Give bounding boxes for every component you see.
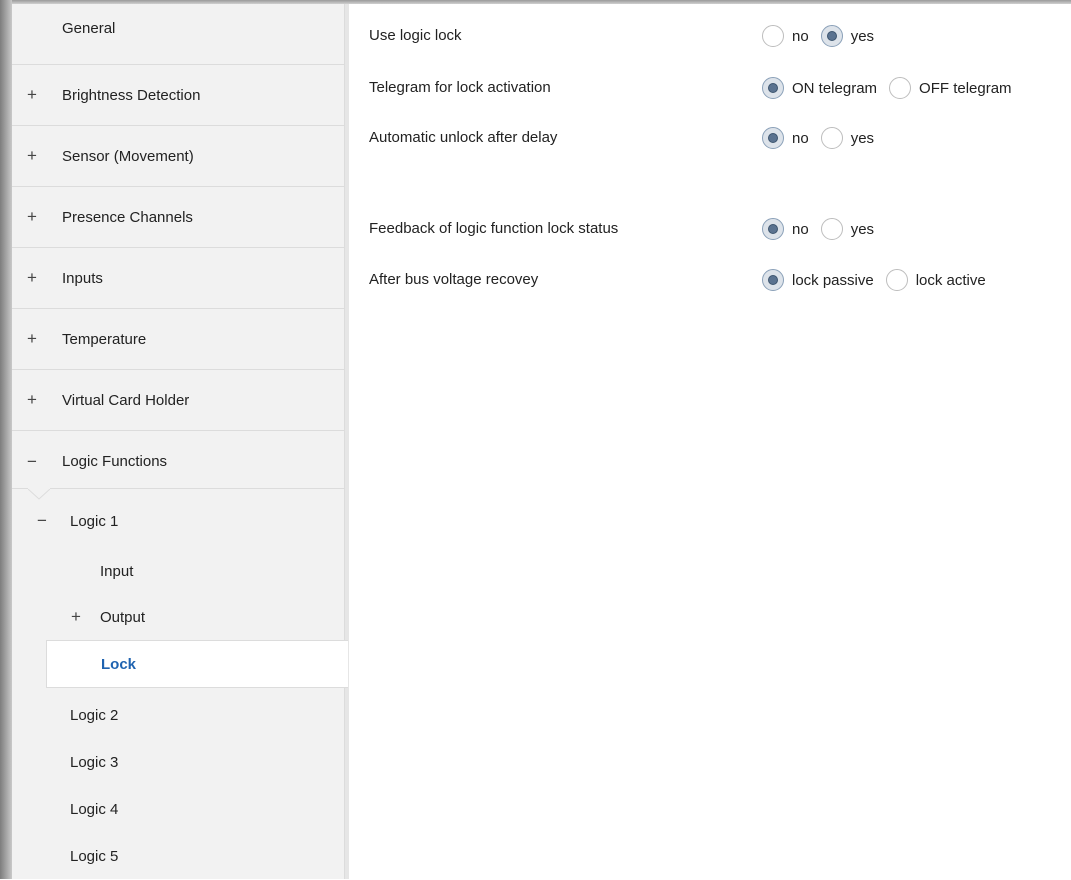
sidebar-item-label: Brightness Detection bbox=[62, 86, 201, 104]
sidebar-item-virtual-card-holder[interactable]: + Virtual Card Holder bbox=[12, 370, 348, 431]
radio-option-on-telegram[interactable]: ON telegram bbox=[762, 77, 877, 99]
sidebar: General + Brightness Detection + Sensor … bbox=[12, 4, 348, 879]
sidebar-item-label: Logic Functions bbox=[62, 453, 168, 470]
sidebar-item-label: Output bbox=[100, 608, 146, 626]
radio-option-off-telegram[interactable]: OFF telegram bbox=[889, 77, 1012, 99]
radio-button[interactable] bbox=[820, 127, 843, 149]
radio-label: no bbox=[792, 27, 809, 45]
radio-option-no[interactable]: no bbox=[762, 25, 809, 47]
radio-button-selected[interactable] bbox=[762, 127, 784, 149]
minus-icon[interactable]: − bbox=[34, 511, 50, 531]
param-row-automatic-unlock: Automatic unlock after delay no yes bbox=[369, 124, 1069, 154]
param-row-feedback-lock-status: Feedback of logic function lock status n… bbox=[369, 215, 1069, 245]
param-label: Use logic lock bbox=[369, 27, 462, 44]
radio-group: no yes bbox=[762, 25, 886, 47]
radio-button[interactable] bbox=[762, 25, 784, 47]
radio-label: yes bbox=[850, 220, 875, 238]
sidebar-item-sensor-movement[interactable]: + Sensor (Movement) bbox=[12, 126, 348, 187]
radio-group: no yes bbox=[762, 218, 886, 240]
radio-label: yes bbox=[850, 129, 875, 147]
divider bbox=[50, 488, 348, 489]
radio-label: no bbox=[792, 129, 809, 147]
sidebar-item-label: Sensor (Movement) bbox=[62, 147, 194, 165]
sidebar-item-logic-1[interactable]: − Logic 1 bbox=[12, 497, 348, 545]
radio-group: lock passive lock active bbox=[762, 269, 998, 291]
param-label: Feedback of logic function lock status bbox=[369, 220, 619, 237]
radio-button[interactable] bbox=[885, 269, 908, 291]
radio-button-selected[interactable] bbox=[762, 218, 784, 240]
sidebar-item-label: Logic 4 bbox=[70, 800, 119, 818]
radio-group: no yes bbox=[762, 127, 886, 149]
plus-icon[interactable]: + bbox=[24, 329, 40, 349]
sidebar-item-logic-3[interactable]: Logic 3 bbox=[12, 738, 348, 786]
minus-icon[interactable]: − bbox=[24, 452, 40, 472]
radio-label: yes bbox=[850, 27, 875, 45]
plus-icon[interactable]: + bbox=[24, 207, 40, 227]
sidebar-item-temperature[interactable]: + Temperature bbox=[12, 309, 348, 370]
plus-icon[interactable]: + bbox=[24, 390, 40, 410]
sidebar-item-label: Presence Channels bbox=[62, 208, 193, 226]
sidebar-item-brightness-detection[interactable]: + Brightness Detection bbox=[12, 65, 348, 126]
param-label: After bus voltage recovey bbox=[369, 271, 539, 288]
plus-icon[interactable]: + bbox=[24, 268, 40, 288]
radio-button[interactable] bbox=[889, 77, 912, 99]
radio-button-selected[interactable] bbox=[820, 25, 843, 47]
sidebar-item-lock[interactable]: Lock bbox=[46, 640, 348, 688]
sidebar-item-input[interactable]: Input bbox=[12, 547, 348, 595]
sidebar-item-label: Inputs bbox=[62, 269, 103, 287]
radio-label: lock passive bbox=[792, 271, 874, 289]
radio-option-lock-passive[interactable]: lock passive bbox=[762, 269, 874, 291]
sidebar-item-label: Logic 2 bbox=[70, 706, 119, 724]
sidebar-item-label: Virtual Card Holder bbox=[62, 391, 190, 409]
sidebar-item-logic-4[interactable]: Logic 4 bbox=[12, 785, 348, 833]
sidebar-item-label: Logic 3 bbox=[70, 753, 119, 771]
radio-option-yes[interactable]: yes bbox=[820, 127, 875, 149]
radio-label: OFF telegram bbox=[919, 79, 1012, 97]
parameter-panel: Use logic lock no yes Telegram for lock … bbox=[349, 4, 1071, 879]
radio-label: ON telegram bbox=[792, 79, 878, 97]
sidebar-item-logic-5[interactable]: Logic 5 bbox=[12, 832, 348, 880]
sidebar-item-logic-2[interactable]: Logic 2 bbox=[12, 691, 348, 739]
param-row-telegram-lock-activation: Telegram for lock activation ON telegram… bbox=[369, 74, 1069, 104]
radio-button[interactable] bbox=[820, 218, 843, 240]
param-row-bus-voltage-recovery: After bus voltage recovey lock passive l… bbox=[369, 266, 1069, 296]
sidebar-item-label: Lock bbox=[101, 655, 137, 673]
radio-option-yes[interactable]: yes bbox=[820, 25, 875, 47]
sidebar-item-logic-functions[interactable]: − Logic Functions bbox=[12, 431, 348, 492]
sidebar-item-label: Input bbox=[100, 562, 134, 580]
plus-icon[interactable]: + bbox=[24, 85, 40, 105]
sidebar-item-presence-channels[interactable]: + Presence Channels bbox=[12, 187, 348, 248]
sidebar-item-label: General bbox=[62, 20, 116, 37]
param-row-use-logic-lock: Use logic lock no yes bbox=[369, 22, 1069, 52]
radio-label: lock active bbox=[915, 271, 986, 289]
sidebar-item-label: Logic 1 bbox=[70, 512, 119, 530]
plus-icon[interactable]: + bbox=[68, 607, 84, 627]
plus-icon[interactable]: + bbox=[24, 146, 40, 166]
radio-button-selected[interactable] bbox=[762, 269, 784, 291]
sidebar-item-output[interactable]: + Output bbox=[12, 593, 348, 641]
param-label: Telegram for lock activation bbox=[369, 79, 551, 96]
divider bbox=[12, 488, 28, 489]
radio-button-selected[interactable] bbox=[762, 77, 784, 99]
sidebar-item-label: Logic 5 bbox=[70, 847, 119, 865]
sidebar-item-inputs[interactable]: + Inputs bbox=[12, 248, 348, 309]
app-window: General + Brightness Detection + Sensor … bbox=[0, 0, 1071, 879]
radio-option-no[interactable]: no bbox=[762, 127, 809, 149]
radio-option-no[interactable]: no bbox=[762, 218, 809, 240]
radio-option-yes[interactable]: yes bbox=[820, 218, 875, 240]
sidebar-item-label: Temperature bbox=[62, 330, 147, 348]
sidebar-item-general[interactable]: General bbox=[12, 4, 348, 65]
radio-label: no bbox=[792, 220, 809, 238]
param-label: Automatic unlock after delay bbox=[369, 129, 558, 146]
radio-group: ON telegram OFF telegram bbox=[762, 77, 1024, 99]
radio-option-lock-active[interactable]: lock active bbox=[885, 269, 986, 291]
window-border-left bbox=[0, 0, 12, 879]
